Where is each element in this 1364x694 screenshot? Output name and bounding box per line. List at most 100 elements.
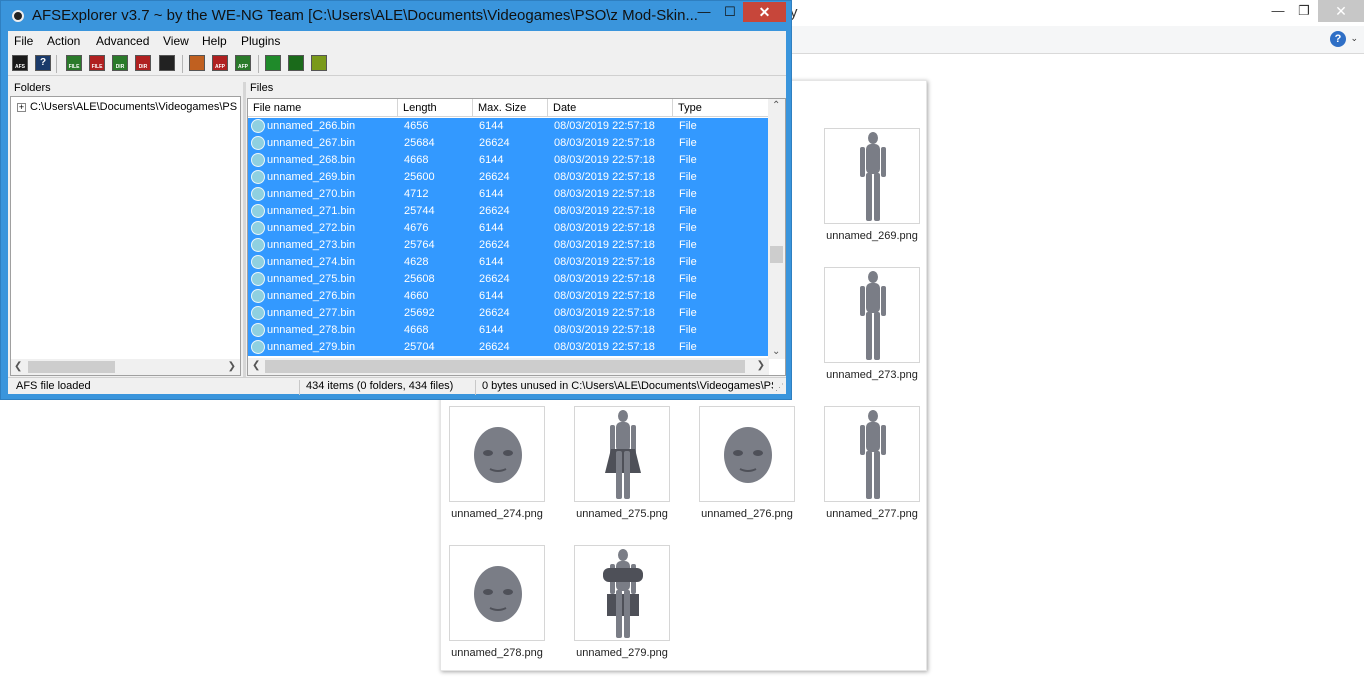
resize-grip-icon[interactable]: ⋰	[775, 382, 784, 393]
column-type[interactable]: Type	[673, 99, 769, 117]
cell-date: 08/03/2019 22:57:18	[554, 273, 655, 285]
scroll-up-icon[interactable]: ⌃	[772, 100, 780, 111]
cell-date: 08/03/2019 22:57:18	[554, 154, 655, 166]
expand-icon[interactable]: +	[17, 102, 26, 112]
explorer-restore-button[interactable]: ❐	[1290, 0, 1318, 22]
cell-length: 4712	[404, 188, 429, 200]
app-icon[interactable]	[12, 10, 24, 22]
column-date[interactable]: Date	[548, 99, 673, 117]
cell-name: unnamed_270.bin	[267, 188, 356, 200]
open-afs-icon[interactable]: AFS	[12, 55, 28, 71]
scroll-right-icon[interactable]: ❯	[228, 361, 236, 372]
scroll-thumb[interactable]	[770, 246, 783, 263]
cell-date: 08/03/2019 22:57:18	[554, 171, 655, 183]
cell-date: 08/03/2019 22:57:18	[554, 324, 655, 336]
files-vertical-scrollbar[interactable]: ⌃ ⌄	[768, 99, 785, 359]
scroll-right-icon[interactable]: ❯	[757, 360, 765, 371]
scroll-left-icon[interactable]: ❮	[252, 360, 260, 371]
thumbnail-item[interactable]: unnamed_276.png	[692, 406, 802, 520]
thumbnail-item[interactable]: unnamed_279.png	[567, 545, 677, 659]
chevron-down-icon[interactable]: ⌄	[1350, 33, 1358, 44]
scroll-thumb[interactable]	[28, 361, 115, 373]
cell-length: 25692	[404, 307, 435, 319]
window-title: AFSExplorer v3.7 ~ by the WE-NG Team [C:…	[32, 7, 698, 24]
table-row[interactable]: unnamed_267.bin 25684 26624 08/03/2019 22:5…	[248, 135, 769, 152]
thumbnail-item[interactable]: unnamed_277.png	[817, 406, 927, 520]
replace-dir-icon[interactable]: DIR	[135, 55, 151, 71]
menu-bar: File Action Advanced View Help Plugins	[8, 31, 786, 51]
edit-icon[interactable]	[311, 55, 327, 71]
column-length[interactable]: Length	[398, 99, 473, 117]
toolbar-separator	[56, 55, 57, 73]
file-icon	[251, 340, 265, 354]
table-row[interactable]: unnamed_266.bin 4656 6144 08/03/2019 22:57:…	[248, 118, 769, 135]
table-row[interactable]: unnamed_272.bin 4676 6144 08/03/2019 22:57:…	[248, 220, 769, 237]
table-row[interactable]: unnamed_271.bin 25744 26624 08/03/2019 22:5…	[248, 203, 769, 220]
table-row[interactable]: unnamed_269.bin 25600 26624 08/03/2019 22:5…	[248, 169, 769, 186]
replace-dir-icon-label: DIR	[138, 64, 148, 70]
files-horizontal-scrollbar[interactable]: ❮ ❯	[248, 358, 769, 375]
menu-action[interactable]: Action	[47, 34, 80, 48]
maximize-button[interactable]: ☐	[717, 2, 743, 22]
table-row[interactable]: unnamed_278.bin 4668 6144 08/03/2019 22:57:…	[248, 322, 769, 339]
afs-titlebar[interactable]: AFSExplorer v3.7 ~ by the WE-NG Team [C:…	[1, 1, 791, 31]
cell-length: 25600	[404, 171, 435, 183]
files-list[interactable]: File name Length Max. Size Date Type unn…	[247, 98, 786, 376]
scroll-left-icon[interactable]: ❮	[14, 361, 22, 372]
scroll-down-icon[interactable]: ⌄	[772, 346, 780, 357]
afp-icon-2[interactable]: AFP	[235, 55, 251, 71]
menu-help[interactable]: Help	[202, 34, 227, 48]
table-row[interactable]: unnamed_268.bin 4668 6144 08/03/2019 22:57:…	[248, 152, 769, 169]
table-row[interactable]: unnamed_277.bin 25692 26624 08/03/2019 22:5…	[248, 305, 769, 322]
table-row[interactable]: unnamed_276.bin 4660 6144 08/03/2019 22:57:…	[248, 288, 769, 305]
file-icon	[251, 221, 265, 235]
thumbnail-item[interactable]: unnamed_274.png	[442, 406, 552, 520]
file-icon	[251, 119, 265, 133]
scroll-thumb[interactable]	[265, 360, 745, 373]
thumbnail-item[interactable]: unnamed_273.png	[817, 267, 927, 381]
cell-name: unnamed_276.bin	[267, 290, 356, 302]
menu-view[interactable]: View	[163, 34, 189, 48]
menu-file[interactable]: File	[14, 34, 33, 48]
folders-horizontal-scrollbar[interactable]: ❮ ❯	[11, 359, 240, 375]
cell-name: unnamed_272.bin	[267, 222, 356, 234]
table-row[interactable]: unnamed_273.bin 25764 26624 08/03/2019 22:5…	[248, 237, 769, 254]
pane-splitter[interactable]	[243, 82, 246, 378]
tree-node-root[interactable]: + C:\Users\ALE\Documents\Videogames\PS	[17, 101, 237, 113]
table-row[interactable]: unnamed_270.bin 4712 6144 08/03/2019 22:57:…	[248, 186, 769, 203]
tree-icon[interactable]	[265, 55, 281, 71]
explorer-close-button[interactable]: ✕	[1318, 0, 1364, 22]
rebuild-icon[interactable]	[189, 55, 205, 71]
folders-tree[interactable]: + C:\Users\ALE\Documents\Videogames\PS ❮ …	[10, 96, 241, 376]
table-row[interactable]: unnamed_274.bin 4628 6144 08/03/2019 22:57:…	[248, 254, 769, 271]
cell-name: unnamed_271.bin	[267, 205, 356, 217]
afp-icon-1[interactable]: AFP	[212, 55, 228, 71]
help-icon[interactable]: ?	[35, 55, 51, 71]
search-binoculars-icon[interactable]	[159, 55, 175, 71]
thumbnail-item[interactable]: unnamed_275.png	[567, 406, 677, 520]
thumbnail-item[interactable]: unnamed_278.png	[442, 545, 552, 659]
menu-advanced[interactable]: Advanced	[96, 34, 149, 48]
thumbnail-item[interactable]: unnamed_269.png	[817, 128, 927, 242]
cell-type: File	[679, 341, 697, 353]
explorer-minimize-button[interactable]: —	[1264, 0, 1292, 22]
folder-path-label: C:\Users\ALE\Documents\Videogames\PS	[30, 101, 237, 113]
column-max-size[interactable]: Max. Size	[473, 99, 548, 117]
file-icon	[251, 204, 265, 218]
thumbnail-image	[699, 406, 795, 502]
menu-plugins[interactable]: Plugins	[241, 34, 280, 48]
replace-file-icon[interactable]: FILE	[89, 55, 105, 71]
cell-length: 4656	[404, 120, 429, 132]
extract-dir-icon-label: DIR	[115, 64, 125, 70]
column-file-name[interactable]: File name	[248, 99, 398, 117]
cell-name: unnamed_278.bin	[267, 324, 356, 336]
cell-type: File	[679, 307, 697, 319]
extract-file-icon[interactable]: FILE	[66, 55, 82, 71]
table-row[interactable]: unnamed_279.bin 25704 26624 08/03/2019 22:5…	[248, 339, 769, 356]
extract-dir-icon[interactable]: DIR	[112, 55, 128, 71]
close-button[interactable]: ✕	[743, 2, 786, 22]
wave-icon[interactable]	[288, 55, 304, 71]
minimize-button[interactable]: —	[691, 2, 717, 22]
help-icon[interactable]: ?	[1330, 31, 1346, 47]
table-row[interactable]: unnamed_275.bin 25608 26624 08/03/2019 22:5…	[248, 271, 769, 288]
